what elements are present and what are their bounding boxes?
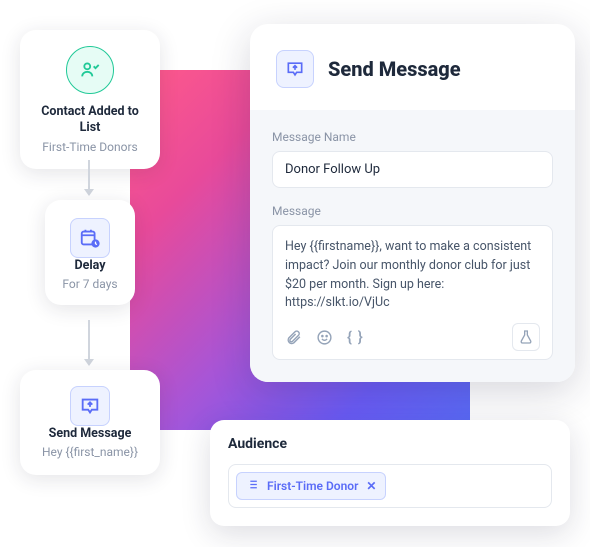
contact-added-icon xyxy=(66,46,114,94)
panel-title: Send Message xyxy=(328,57,461,81)
workflow-node-subtitle: Hey {{first_name}} xyxy=(42,445,138,461)
remove-chip-icon[interactable]: ✕ xyxy=(366,479,376,493)
message-name-input[interactable] xyxy=(272,151,553,188)
workflow-node-title: Delay xyxy=(74,258,105,274)
audience-chip: First-Time Donor ✕ xyxy=(236,472,386,500)
workflow-node-delay[interactable]: Delay For 7 days xyxy=(45,200,135,305)
workflow-node-title: Contact Added to List xyxy=(32,104,148,137)
audience-title: Audience xyxy=(228,436,552,452)
send-message-icon xyxy=(70,386,110,426)
message-editor: { } xyxy=(272,225,553,360)
list-icon xyxy=(246,478,259,494)
message-box-icon xyxy=(276,50,314,88)
workflow-node-subtitle: For 7 days xyxy=(62,277,117,293)
workflow-node-contact-added[interactable]: Contact Added to List First-Time Donors xyxy=(20,30,160,169)
message-name-label: Message Name xyxy=(272,130,553,144)
message-label: Message xyxy=(272,204,553,218)
editor-toolbar: { } xyxy=(285,323,540,351)
workflow-arrow xyxy=(88,320,90,360)
audience-selector[interactable]: First-Time Donor ✕ xyxy=(228,464,552,508)
panel-body: Message Name Message { } xyxy=(250,110,575,382)
message-textarea[interactable] xyxy=(285,238,540,313)
workflow-arrow xyxy=(88,160,90,190)
merge-tags-button[interactable]: { } xyxy=(347,328,364,346)
panel-header: Send Message xyxy=(250,24,575,110)
emoji-icon[interactable] xyxy=(316,329,333,346)
audience-card: Audience First-Time Donor ✕ xyxy=(210,420,570,526)
test-icon[interactable] xyxy=(512,323,540,351)
workflow-node-send-message[interactable]: Send Message Hey {{first_name}} xyxy=(20,370,160,475)
audience-chip-label: First-Time Donor xyxy=(267,479,358,493)
workflow-node-title: Send Message xyxy=(49,426,132,442)
delay-icon xyxy=(70,218,110,258)
send-message-panel: Send Message Message Name Message { } xyxy=(250,24,575,382)
attachment-icon[interactable] xyxy=(285,329,302,346)
workflow-node-subtitle: First-Time Donors xyxy=(42,140,137,156)
